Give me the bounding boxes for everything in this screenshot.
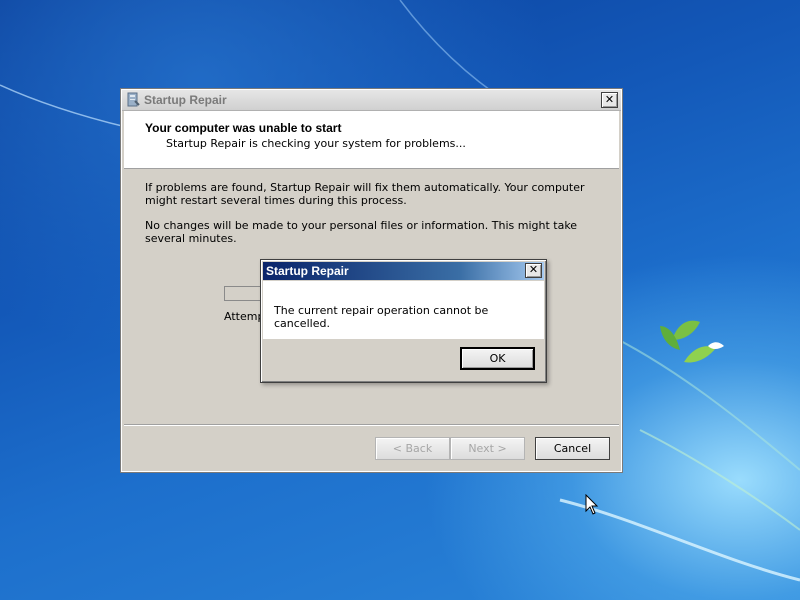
wizard-header: Your computer was unable to start Startu… <box>124 111 619 169</box>
dialog-titlebar[interactable]: Startup Repair ✕ <box>263 262 544 280</box>
cancel-button[interactable]: Cancel <box>535 437 610 460</box>
dialog-close-button[interactable]: ✕ <box>525 263 542 278</box>
dialog-body: The current repair operation cannot be c… <box>263 281 544 339</box>
header-subtitle: Startup Repair is checking your system f… <box>166 137 466 150</box>
desktop-background: Startup Repair ✕ Your computer was unabl… <box>0 0 800 600</box>
dialog-title: Startup Repair <box>266 264 349 278</box>
ok-button[interactable]: OK <box>460 347 535 370</box>
close-icon: ✕ <box>604 93 615 106</box>
header-title: Your computer was unable to start <box>145 121 342 135</box>
back-button[interactable]: < Back <box>375 437 450 460</box>
mouse-pointer-icon <box>585 494 599 515</box>
info-paragraph-1: If problems are found, Startup Repair wi… <box>145 181 585 207</box>
windows-logo-leaves <box>660 320 724 363</box>
close-button[interactable]: ✕ <box>601 92 618 108</box>
window-title: Startup Repair <box>144 93 227 107</box>
window-titlebar[interactable]: Startup Repair ✕ <box>122 90 621 111</box>
close-icon: ✕ <box>528 263 539 276</box>
startup-repair-icon <box>127 92 140 107</box>
info-paragraph-2: No changes will be made to your personal… <box>145 219 578 245</box>
message-dialog: Startup Repair ✕ The current repair oper… <box>260 259 547 383</box>
footer-divider <box>124 424 619 426</box>
next-button[interactable]: Next > <box>450 437 525 460</box>
status-label: Attempting repairs... <box>224 310 264 323</box>
dialog-message: The current repair operation cannot be c… <box>274 304 489 330</box>
